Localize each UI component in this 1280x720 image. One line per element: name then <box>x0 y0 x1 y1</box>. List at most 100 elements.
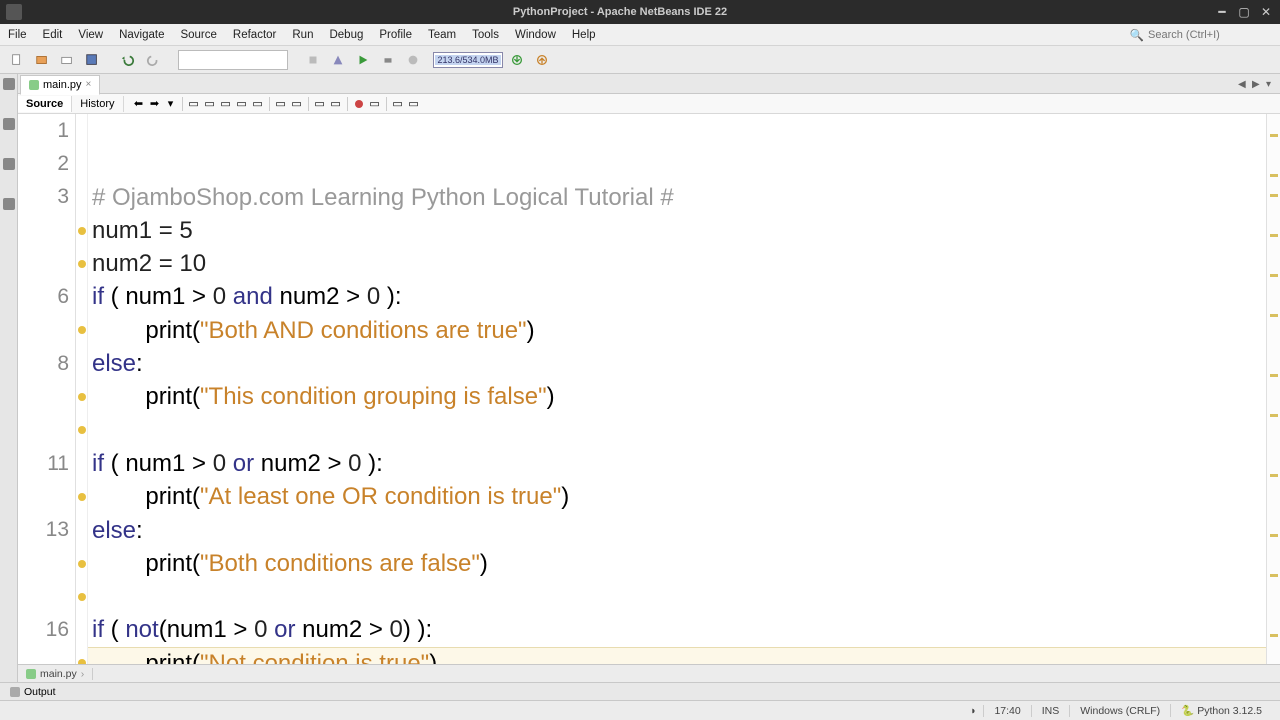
profile-icon[interactable] <box>402 49 424 71</box>
tab-menu-icon[interactable]: ▾ <box>1266 79 1276 89</box>
error-stripe[interactable] <box>1266 114 1280 664</box>
breadcrumb-bar: main.py › <box>18 664 1280 682</box>
git-pull-icon[interactable] <box>506 49 528 71</box>
menu-debug[interactable]: Debug <box>321 29 371 41</box>
menu-edit[interactable]: Edit <box>35 29 71 41</box>
comment-icon[interactable]: ▭ <box>391 97 405 111</box>
minimize-button[interactable]: ━ <box>1212 2 1232 22</box>
menu-run[interactable]: Run <box>284 29 321 41</box>
hint-icon[interactable] <box>78 227 86 235</box>
window-title: PythonProject - Apache NetBeans IDE 22 <box>28 6 1212 18</box>
maximize-button[interactable]: ▢ <box>1234 2 1254 22</box>
stripe-mark[interactable] <box>1270 274 1278 277</box>
shift-right-icon[interactable]: ▭ <box>329 97 343 111</box>
nav-back-icon[interactable]: ⬅ <box>132 97 146 111</box>
new-file-icon[interactable] <box>6 49 28 71</box>
nav-fwd-icon[interactable]: ➡ <box>148 97 162 111</box>
run-icon[interactable] <box>352 49 374 71</box>
menu-view[interactable]: View <box>70 29 111 41</box>
find-next-icon[interactable]: ▭ <box>219 97 233 111</box>
hint-icon[interactable] <box>78 593 86 601</box>
line-ending[interactable]: Windows (CRLF) <box>1069 705 1170 717</box>
uncomment-icon[interactable]: ▭ <box>407 97 421 111</box>
clean-build-icon[interactable] <box>327 49 349 71</box>
save-all-icon[interactable] <box>81 49 103 71</box>
tab-scroll-right-icon[interactable]: ▶ <box>1252 79 1262 89</box>
hint-icon[interactable] <box>78 393 86 401</box>
menu-source[interactable]: Source <box>172 29 224 41</box>
open-icon[interactable] <box>56 49 78 71</box>
breadcrumb[interactable]: main.py › <box>18 668 93 680</box>
annotation-gutter <box>76 114 88 664</box>
stripe-mark[interactable] <box>1270 234 1278 237</box>
menu-refactor[interactable]: Refactor <box>225 29 284 41</box>
stripe-mark[interactable] <box>1270 574 1278 577</box>
line-gutter: 1 2 3 6 8 11 13 16 <box>18 114 76 664</box>
services-rail-icon[interactable] <box>3 158 15 170</box>
projects-rail-icon[interactable] <box>3 118 15 130</box>
menu-help[interactable]: Help <box>564 29 604 41</box>
prev-bm-icon[interactable]: ▭ <box>274 97 288 111</box>
hint-icon[interactable] <box>78 260 86 268</box>
caret-position[interactable]: 17:40 <box>983 705 1030 717</box>
git-push-icon[interactable] <box>531 49 553 71</box>
source-tab[interactable]: Source <box>18 96 72 112</box>
hint-icon[interactable] <box>78 560 86 568</box>
hint-icon[interactable] <box>78 493 86 501</box>
search-box[interactable]: 🔍 <box>1130 28 1280 42</box>
close-button[interactable]: ✕ <box>1256 2 1276 22</box>
macro-rec-icon[interactable] <box>352 97 366 111</box>
config-combo[interactable] <box>178 50 288 70</box>
memory-indicator[interactable]: 213.6/534.0MB <box>433 52 503 68</box>
menu-profile[interactable]: Profile <box>371 29 420 41</box>
menu-file[interactable]: File <box>0 29 35 41</box>
menu-tools[interactable]: Tools <box>464 29 507 41</box>
history-tab[interactable]: History <box>72 96 123 112</box>
shift-left-icon[interactable]: ▭ <box>313 97 327 111</box>
stripe-mark[interactable] <box>1270 474 1278 477</box>
python-version[interactable]: 🐍 Python 3.12.5 <box>1170 704 1272 717</box>
insert-mode[interactable]: INS <box>1031 705 1070 717</box>
code-area[interactable]: 1 2 3 6 8 11 13 16 <box>18 114 1280 664</box>
menu-team[interactable]: Team <box>420 29 464 41</box>
hint-icon[interactable] <box>78 326 86 334</box>
redo-icon[interactable] <box>142 49 164 71</box>
stripe-mark[interactable] <box>1270 314 1278 317</box>
stripe-mark[interactable] <box>1270 174 1278 177</box>
files-rail-icon[interactable] <box>3 78 15 90</box>
macro-stop-icon[interactable]: ▭ <box>368 97 382 111</box>
toggle-hl-icon[interactable]: ▭ <box>235 97 249 111</box>
undo-icon[interactable] <box>117 49 139 71</box>
app-icon <box>6 4 22 20</box>
python-file-icon <box>26 669 36 679</box>
menu-window[interactable]: Window <box>507 29 564 41</box>
build-icon[interactable] <box>302 49 324 71</box>
left-rail <box>0 74 18 682</box>
find-prev-icon[interactable]: ▭ <box>203 97 217 111</box>
stripe-mark[interactable] <box>1270 634 1278 637</box>
navigator-rail-icon[interactable] <box>3 198 15 210</box>
stripe-mark[interactable] <box>1270 194 1278 197</box>
debug-icon[interactable] <box>377 49 399 71</box>
search-input[interactable] <box>1148 29 1268 41</box>
toggle-bm-icon[interactable]: ▭ <box>251 97 265 111</box>
menu-navigate[interactable]: Navigate <box>111 29 172 41</box>
next-bm-icon[interactable]: ▭ <box>290 97 304 111</box>
stripe-mark[interactable] <box>1270 134 1278 137</box>
stripe-mark[interactable] <box>1270 414 1278 417</box>
find-sel-icon[interactable]: ▭ <box>187 97 201 111</box>
file-tab-mainpy[interactable]: main.py × <box>20 75 100 95</box>
new-project-icon[interactable] <box>31 49 53 71</box>
output-panel-tab[interactable]: Output <box>0 682 1280 700</box>
code-text[interactable]: # OjamboShop.com Learning Python Logical… <box>88 114 1266 664</box>
tab-close-icon[interactable]: × <box>86 79 92 90</box>
output-icon <box>10 687 20 697</box>
editor-toolbar: Source History ⬅ ➡ ▾ ▭ ▭ ▭ ▭ ▭ ▭ ▭ ▭ ▭ <box>18 94 1280 114</box>
stripe-mark[interactable] <box>1270 534 1278 537</box>
notifications-icon[interactable]: ◑ <box>961 705 983 717</box>
tab-scroll-left-icon[interactable]: ◀ <box>1238 79 1248 89</box>
stripe-mark[interactable] <box>1270 374 1278 377</box>
hint-icon[interactable] <box>78 426 86 434</box>
hint-icon[interactable] <box>78 659 86 664</box>
nav-drop-icon[interactable]: ▾ <box>164 97 178 111</box>
